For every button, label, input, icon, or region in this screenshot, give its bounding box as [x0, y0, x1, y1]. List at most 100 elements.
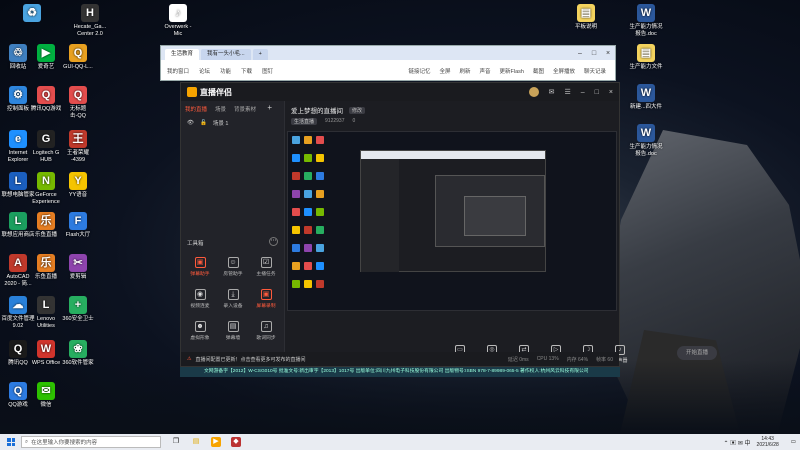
start-button[interactable]	[4, 435, 18, 449]
game-taskbar-icon[interactable]: ◆	[231, 437, 241, 447]
tray-icons[interactable]: ⌃ ▣ ✉ 中	[723, 438, 750, 447]
live-companion-taskbar-icon[interactable]: ▶	[211, 437, 221, 447]
lock-icon[interactable]: 🔓	[200, 120, 207, 126]
desktop-icon-label: 360软件管家	[62, 360, 94, 366]
desktop-icon[interactable]: ✂ 爱剪辑	[50, 254, 106, 281]
clock[interactable]: 14:43 2021/6/28	[757, 436, 779, 448]
browser-tab-1[interactable]: 生活教育	[165, 49, 200, 60]
add-scene-button[interactable]: +	[267, 104, 272, 113]
tool-icon: ◉	[194, 289, 206, 300]
browser-window[interactable]: 生活教育 我有一头小毛... + – □ × 我的窗口 论坛 功能 下载 图钉 …	[160, 45, 616, 81]
tool-button[interactable]: ◉ 视频连麦	[185, 289, 215, 309]
desktop-icon[interactable]: ▤ 平板说明	[558, 4, 614, 31]
room-category[interactable]: 生活直播	[291, 118, 318, 125]
tool-button[interactable]: ☺ 房管助手	[218, 257, 248, 277]
desktop-icon[interactable]: +360安全卫士	[50, 296, 106, 323]
app-icon: ▤	[577, 4, 595, 22]
toolbar-fullscreen[interactable]: 全屏	[439, 67, 450, 75]
search-placeholder: 在这里输入你要搜索的内容	[31, 440, 98, 446]
toolbar-link-memory[interactable]: 链接记忆	[408, 67, 430, 75]
menu-icon[interactable]: ☰	[564, 88, 570, 96]
stat-cpu: CPU 13%	[536, 355, 559, 362]
start-live-button[interactable]: 开始直播	[677, 346, 717, 360]
toolbar-update-flash[interactable]: 更新Flash	[500, 67, 524, 75]
tool-button[interactable]: ▤ 弹幕墙	[218, 321, 248, 341]
scene-row[interactable]: 👁 🔓 场景 1	[181, 115, 284, 131]
live-preview[interactable]	[287, 131, 617, 311]
tab-scene[interactable]: 场景	[215, 105, 226, 113]
desktop-icon[interactable]: 王王者荣耀 -4399	[50, 130, 106, 163]
edit-room-button[interactable]: 修改	[349, 106, 366, 114]
toolbar-screenshot[interactable]: 截图	[533, 67, 544, 75]
message-icon[interactable]: ✉	[549, 88, 555, 96]
toolbar-fullscreen-play[interactable]: 全屏播放	[553, 67, 575, 75]
minimize-icon[interactable]: –	[573, 48, 587, 60]
toolbar-item-function[interactable]: 功能	[220, 67, 231, 75]
browser-tab-bar: 生活教育 我有一头小毛... + – □ ×	[161, 46, 615, 60]
tab-my-live[interactable]: 我的直播	[185, 105, 207, 113]
desktop-icon[interactable]: H Hecate_Ga... Center 2.0	[62, 4, 118, 37]
desktop-icon[interactable]: Y YY语音	[50, 172, 106, 199]
desktop-icon[interactable]: ✉ 微信	[18, 382, 74, 409]
preview-mini-icon	[292, 244, 300, 252]
stat-memory: 内存 64%	[566, 356, 589, 363]
desktop-icon[interactable]: W 生产能力情况 报告.doc	[618, 4, 674, 37]
stat-fps: 帧率 60	[596, 356, 613, 363]
desktop-icon-label: 平板说明	[574, 24, 597, 30]
task-view-icon[interactable]: ❐	[171, 437, 181, 447]
desktop-icon[interactable]: ♪ Overwerk - Mic	[150, 4, 206, 37]
tool-button[interactable]: ⤓ 录入设备	[218, 289, 248, 309]
close-icon[interactable]: ×	[601, 48, 615, 60]
desktop-icon[interactable]: ♻	[4, 4, 60, 24]
preview-mini-icon	[304, 226, 312, 234]
desktop-icon[interactable]: W 新建...四大件	[618, 84, 674, 111]
preview-mini-icon	[292, 262, 300, 270]
toolbar-item-pin[interactable]: 图钉	[262, 67, 273, 75]
left-tabs: 我的直播 场景 背景素材 +	[181, 101, 284, 115]
app-icon: ♪	[169, 4, 187, 22]
desktop-icon[interactable]: F Flash大厅	[50, 212, 106, 239]
desktop-icon-label: 无标题 击-QQ	[69, 106, 87, 119]
room-views: 0	[352, 118, 356, 124]
preview-mini-icon	[316, 172, 324, 180]
desktop-icon[interactable]: ▤ 生产能力文件	[618, 44, 674, 71]
app-icon: W	[637, 124, 655, 142]
toolbar-item-my-window[interactable]: 我的窗口	[167, 67, 189, 75]
taskbar-search[interactable]: ⌕ 在这里输入你要搜索的内容	[21, 436, 161, 448]
tool-button[interactable]: ▣ 屏幕录制	[251, 289, 281, 309]
tool-button[interactable]: ▣ 弹幕助手	[185, 257, 215, 277]
notification-icon[interactable]: ▭	[791, 439, 796, 445]
more-tools-icon[interactable]: ⋯	[269, 237, 278, 246]
clock-date: 2021/6/28	[756, 442, 779, 448]
new-tab-button[interactable]: +	[252, 49, 268, 60]
live-companion-window[interactable]: 直播伴侣 ✉ ☰ – □ × 我的直播 场景 背景素材 + 👁 🔓 场景 1 工…	[180, 82, 717, 367]
avatar[interactable]	[528, 87, 539, 97]
taskbar: ⌕ 在这里输入你要搜索的内容 ❐ ▤ ▶ ◆ ⌃ ▣ ✉ 中 14:43 202…	[0, 434, 800, 450]
app-icon: Q	[69, 44, 87, 62]
tool-button[interactable]: ☻ 虚拟形象	[185, 321, 215, 341]
toolbar-refresh[interactable]: 刷新	[459, 67, 470, 75]
minimize-icon[interactable]: –	[581, 89, 585, 96]
desktop-icon[interactable]: ❀ 360软件管家	[50, 340, 106, 367]
desktop-icon[interactable]: Q 无标题 击-QQ	[50, 86, 106, 119]
app-icon: ✉	[37, 382, 55, 400]
footer-notice[interactable]: 直播间配置已更新！点击查看更多可发布的直播间	[195, 356, 305, 363]
close-icon[interactable]: ×	[609, 89, 613, 96]
toolbar-item-download[interactable]: 下载	[241, 67, 252, 75]
tool-button[interactable]: ☑ 主播任务	[251, 257, 281, 277]
desktop-icon[interactable]: Q GUI-QQ-L...	[50, 44, 106, 71]
toolbar-item-forum[interactable]: 论坛	[199, 67, 210, 75]
toolbar-chat-log[interactable]: 聊天记录	[584, 67, 606, 75]
preview-mini-icon	[316, 262, 324, 270]
maximize-icon[interactable]: □	[595, 89, 599, 96]
toolbar-sound[interactable]: 声音	[479, 67, 490, 75]
tool-label: 录入设备	[223, 304, 243, 309]
tab-materials[interactable]: 背景素材	[234, 105, 256, 113]
browser-tab-2[interactable]: 我有一头小毛...	[201, 49, 251, 60]
visibility-icon[interactable]: 👁	[187, 120, 194, 126]
tool-button[interactable]: ♫ 歌词同步	[251, 321, 281, 341]
explorer-icon[interactable]: ▤	[191, 437, 201, 447]
maximize-icon[interactable]: □	[587, 48, 601, 60]
preview-mini-icon	[292, 226, 300, 234]
desktop-icon[interactable]: W 生产能力情况 报告.doc	[618, 124, 674, 157]
